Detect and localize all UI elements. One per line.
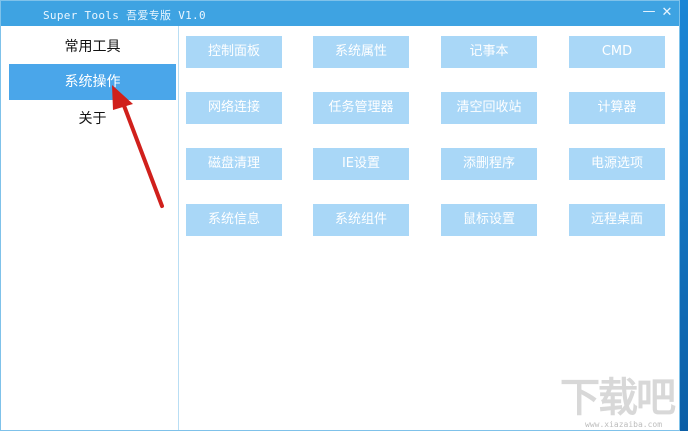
remote-desktop-button[interactable]: 远程桌面 — [569, 204, 665, 236]
system-components-button[interactable]: 系统组件 — [313, 204, 409, 236]
sidebar: 常用工具 系统操作 关于 — [1, 26, 179, 430]
sidebar-item-system-operations[interactable]: 系统操作 — [9, 64, 176, 100]
power-options-button[interactable]: 电源选项 — [569, 148, 665, 180]
tool-grid: 控制面板 系统属性 记事本 CMD 网络连接 任务管理器 清空回收站 计算器 磁… — [179, 26, 679, 430]
disk-cleanup-button[interactable]: 磁盘清理 — [186, 148, 282, 180]
notepad-button[interactable]: 记事本 — [441, 36, 537, 68]
sidebar-item-about[interactable]: 关于 — [9, 101, 176, 137]
title-bar[interactable]: Super Tools 吾爱专版 V1.0 — ✕ — [1, 1, 679, 26]
network-connections-button[interactable]: 网络连接 — [186, 92, 282, 124]
sidebar-item-common-tools[interactable]: 常用工具 — [9, 29, 176, 65]
add-remove-programs-button[interactable]: 添删程序 — [441, 148, 537, 180]
system-properties-button[interactable]: 系统属性 — [313, 36, 409, 68]
ie-settings-button[interactable]: IE设置 — [313, 148, 409, 180]
watermark-url: www.xiazaiba.com — [585, 420, 663, 429]
system-info-button[interactable]: 系统信息 — [186, 204, 282, 236]
minimize-button[interactable]: — — [641, 4, 657, 20]
task-manager-button[interactable]: 任务管理器 — [313, 92, 409, 124]
calculator-button[interactable]: 计算器 — [569, 92, 665, 124]
close-button[interactable]: ✕ — [659, 5, 675, 21]
cmd-button[interactable]: CMD — [569, 36, 665, 68]
mouse-settings-button[interactable]: 鼠标设置 — [441, 204, 537, 236]
control-panel-button[interactable]: 控制面板 — [186, 36, 282, 68]
window-title: Super Tools 吾爱专版 V1.0 — [43, 9, 206, 22]
empty-recycle-bin-button[interactable]: 清空回收站 — [441, 92, 537, 124]
app-window: Super Tools 吾爱专版 V1.0 — ✕ 常用工具 系统操作 关于 控… — [0, 0, 680, 431]
